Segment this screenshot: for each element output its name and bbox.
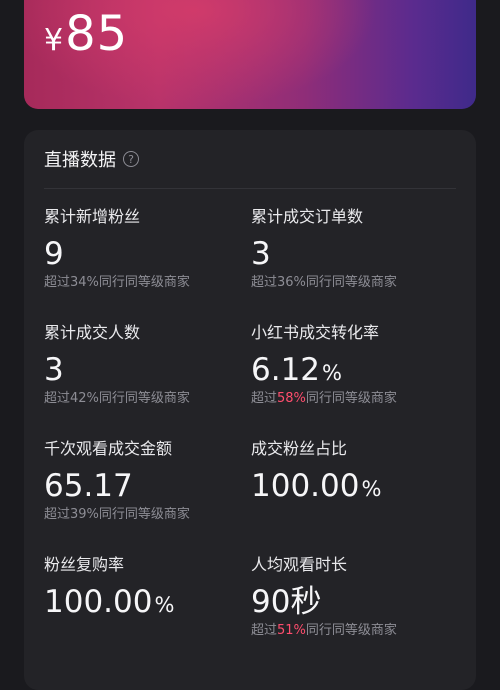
- compare-pct: 42%: [70, 391, 99, 406]
- compare-prefix: 超过: [251, 275, 278, 290]
- compare-prefix: 超过: [44, 275, 71, 290]
- metric-label: 粉丝复购率: [44, 555, 125, 574]
- compare-prefix: 超过: [251, 391, 278, 406]
- card-header: 直播数据 ?: [44, 146, 139, 172]
- compare-pct: 36%: [277, 275, 306, 290]
- amount-value: 85: [65, 6, 129, 62]
- compare-suffix: 同行同等级商家: [305, 391, 397, 406]
- value-number: 100.00: [44, 584, 153, 620]
- compare-suffix: 同行同等级商家: [98, 507, 190, 522]
- metric-compare: 超过51%同行同等级商家: [251, 622, 451, 640]
- metric-new-fans: 累计新增粉丝 9 超过34%同行同等级商家: [44, 206, 244, 292]
- value-unit: %: [322, 361, 342, 385]
- compare-pct: 51%: [277, 623, 306, 638]
- hero-amount: ¥ 85: [44, 6, 128, 62]
- metric-value: 90秒: [251, 582, 451, 622]
- metric-compare: 超过34%同行同等级商家: [44, 274, 244, 292]
- metric-compare: 超过39%同行同等级商家: [44, 506, 244, 524]
- metric-label: 千次观看成交金额: [44, 439, 173, 458]
- value-unit: %: [361, 477, 382, 501]
- metric-compare: 超过58%同行同等级商家: [251, 390, 451, 408]
- metric-fan-ratio: 成交粉丝占比 100.00%: [251, 438, 451, 506]
- metric-label: 人均观看时长: [251, 555, 348, 574]
- compare-pct: 34%: [70, 275, 99, 290]
- currency-symbol: ¥: [44, 23, 64, 58]
- compare-suffix: 同行同等级商家: [98, 391, 190, 406]
- compare-prefix: 超过: [44, 391, 71, 406]
- compare-pct: 39%: [70, 507, 99, 522]
- metric-value: 100.00%: [251, 466, 451, 506]
- value-number: 3: [44, 352, 64, 388]
- help-icon[interactable]: ?: [123, 151, 139, 167]
- divider: [44, 188, 456, 189]
- compare-prefix: 超过: [44, 507, 71, 522]
- live-data-card: 直播数据 ? 累计新增粉丝 9 超过34%同行同等级商家 累计成交订单数 3 超…: [24, 130, 476, 690]
- metric-value: 65.17: [44, 466, 244, 506]
- value-number: 65.17: [44, 468, 133, 504]
- metric-compare: 超过36%同行同等级商家: [251, 274, 451, 292]
- value-number: 90秒: [251, 584, 322, 620]
- metric-label: 小红书成交转化率: [251, 323, 380, 342]
- metric-value: 9: [44, 234, 244, 274]
- value-number: 100.00: [251, 468, 360, 504]
- metric-repurchase-rate: 粉丝复购率 100.00%: [44, 554, 244, 622]
- metric-avg-watch-time: 人均观看时长 90秒 超过51%同行同等级商家: [251, 554, 451, 640]
- metric-buyers: 累计成交人数 3 超过42%同行同等级商家: [44, 322, 244, 408]
- compare-suffix: 同行同等级商家: [305, 275, 397, 290]
- compare-prefix: 超过: [251, 623, 278, 638]
- metric-value: 3: [44, 350, 244, 390]
- metric-value: 100.00%: [44, 582, 244, 622]
- compare-pct: 58%: [277, 391, 306, 406]
- metric-compare: 超过42%同行同等级商家: [44, 390, 244, 408]
- metric-label: 累计成交订单数: [251, 207, 364, 226]
- metric-label: 累计成交人数: [44, 323, 141, 342]
- compare-suffix: 同行同等级商家: [305, 623, 397, 638]
- metric-value: 3: [251, 234, 451, 274]
- value-number: 3: [251, 236, 271, 272]
- value-number: 9: [44, 236, 64, 272]
- hero-banner: ¥ 85: [24, 0, 476, 109]
- value-unit: %: [154, 593, 175, 617]
- value-number: 6.12: [251, 352, 321, 388]
- metric-label: 累计新增粉丝: [44, 207, 141, 226]
- metric-conversion-rate: 小红书成交转化率 6.12% 超过58%同行同等级商家: [251, 322, 451, 408]
- metric-gmv-per-thousand-views: 千次观看成交金额 65.17 超过39%同行同等级商家: [44, 438, 244, 524]
- compare-suffix: 同行同等级商家: [98, 275, 190, 290]
- metric-value: 6.12%: [251, 350, 451, 390]
- card-title: 直播数据: [44, 150, 116, 171]
- metric-orders: 累计成交订单数 3 超过36%同行同等级商家: [251, 206, 451, 292]
- metric-label: 成交粉丝占比: [251, 439, 348, 458]
